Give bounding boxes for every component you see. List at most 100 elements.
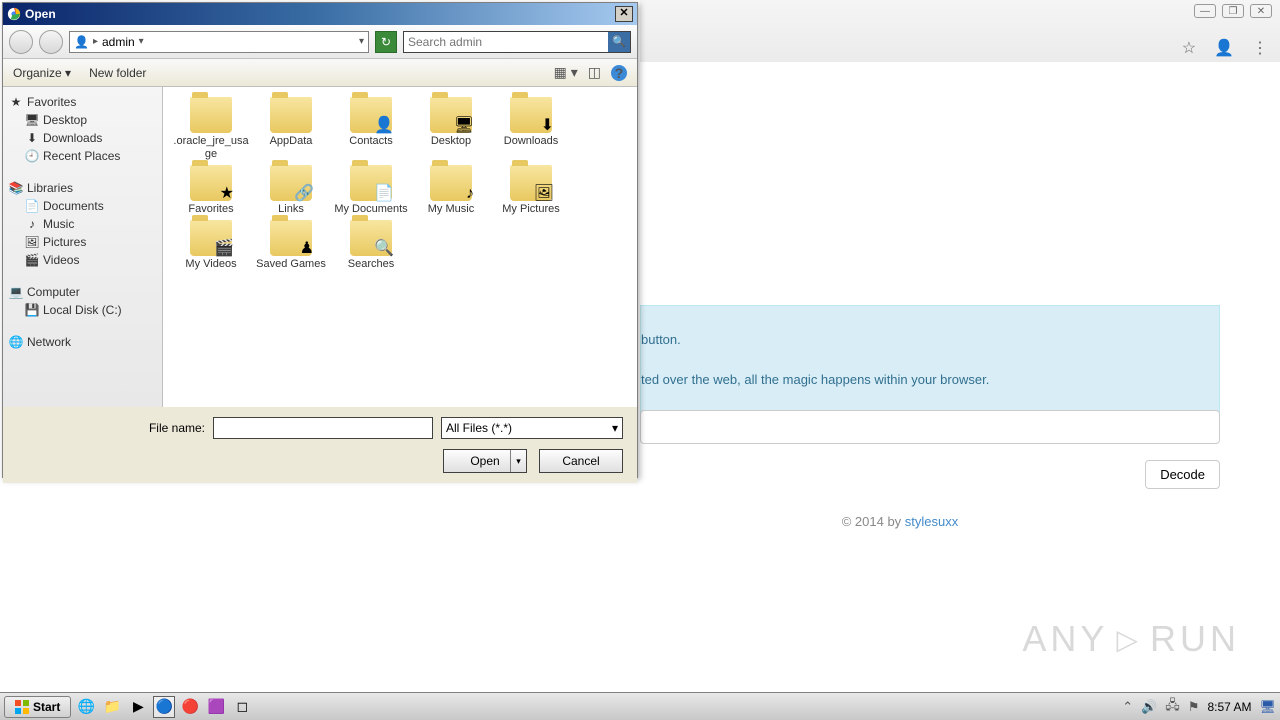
task-opera-icon[interactable]: 🔴 (179, 696, 201, 718)
sidebar-item-videos[interactable]: 🎬Videos (7, 251, 158, 269)
open-button[interactable]: Open ▾ (443, 449, 527, 473)
libraries-icon: 📚 (9, 181, 23, 195)
folder-overlay-icon: 👤 (374, 115, 394, 135)
tray-volume-icon[interactable]: 🔊 (1141, 699, 1157, 715)
file-item[interactable]: 📄 My Documents (333, 165, 409, 216)
view-mode-button[interactable]: ▦ ▾ (554, 64, 578, 81)
refresh-button[interactable]: ↻ (375, 31, 397, 53)
file-item[interactable]: ♪My Music (413, 165, 489, 216)
tray-flag-icon[interactable]: ⚑ (1188, 699, 1200, 715)
task-chrome-icon[interactable]: 🔵 (153, 696, 175, 718)
desktop-icon: 🖥 (25, 113, 39, 127)
sidebar-item-desktop[interactable]: 🖥Desktop (7, 111, 158, 129)
file-item[interactable]: 🖼My Pictures (493, 165, 569, 216)
bookmark-star-icon[interactable]: ☆ (1182, 38, 1196, 58)
breadcrumb[interactable]: 👤 ▸ admin ▾ ▾ (69, 31, 369, 53)
file-label: Links (253, 203, 329, 216)
sidebar-computer-header[interactable]: 💻Computer (7, 283, 158, 301)
file-item[interactable]: 👤Contacts (333, 97, 409, 161)
dialog-titlebar[interactable]: Open ✕ (3, 3, 637, 25)
sidebar-network-header[interactable]: 🌐Network (7, 333, 158, 351)
cancel-button[interactable]: Cancel (539, 449, 623, 473)
open-dialog: Open ✕ 👤 ▸ admin ▾ ▾ ↻ 🔍 Organize ▾ New … (2, 2, 638, 478)
folder-overlay-icon: ⬇ (541, 115, 554, 135)
file-item[interactable]: 🎬My Videos (173, 220, 249, 271)
file-label: My Videos (173, 258, 249, 271)
dialog-title: Open (25, 7, 56, 21)
profile-avatar-icon[interactable]: 👤 (1214, 38, 1234, 58)
open-split-icon[interactable]: ▾ (510, 450, 526, 472)
file-label: My Pictures (493, 203, 569, 216)
tray-network-icon[interactable]: 🖧 (1165, 696, 1180, 718)
search-go-button[interactable]: 🔍 (608, 32, 630, 52)
chevron-down-icon: ▾ (612, 421, 618, 435)
breadcrumb-folder[interactable]: admin (102, 35, 135, 49)
preview-pane-button[interactable]: ◫ (588, 64, 601, 81)
menu-dots-icon[interactable]: ⋮ (1252, 38, 1268, 58)
sidebar-item-music[interactable]: ♪Music (7, 215, 158, 233)
sidebar-item-pictures[interactable]: 🖼Pictures (7, 233, 158, 251)
search-input[interactable] (404, 35, 608, 49)
folder-icon: 🖼 (510, 165, 552, 201)
file-item[interactable]: 🔗Links (253, 165, 329, 216)
recent-icon: 🕘 (25, 149, 39, 163)
dialog-close-button[interactable]: ✕ (615, 6, 633, 22)
filename-input[interactable] (213, 417, 433, 439)
footer-prefix: © 2014 by (842, 514, 905, 529)
file-label: .oracle_jre_usage (173, 135, 249, 161)
taskbar: Start 🌐 📁 ▶ 🔵 🔴 🟪 ◻ ⌃ 🔊 🖧 ⚑ 8:57 AM 🖥 (0, 692, 1280, 720)
file-item[interactable]: .oracle_jre_usage (173, 97, 249, 161)
file-label: My Documents (333, 203, 409, 216)
task-media-icon[interactable]: ▶ (127, 696, 149, 718)
sidebar-favorites-header[interactable]: ★Favorites (7, 93, 158, 111)
file-label: AppData (253, 135, 329, 148)
task-window-icon[interactable]: ◻ (231, 696, 253, 718)
search-box[interactable]: 🔍 (403, 31, 631, 53)
maximize-button[interactable]: ❐ (1222, 4, 1244, 18)
network-icon: 🌐 (9, 335, 23, 349)
music-icon: ♪ (25, 217, 39, 231)
window-close-button[interactable]: ✕ (1250, 4, 1272, 18)
taskbar-clock[interactable]: 8:57 AM (1207, 700, 1251, 714)
forward-button[interactable] (39, 30, 63, 54)
tray-monitor-icon[interactable]: 🖥 (1259, 699, 1276, 715)
start-button[interactable]: Start (4, 696, 71, 718)
file-item[interactable]: AppData (253, 97, 329, 161)
disk-icon: 💾 (25, 303, 39, 317)
file-item[interactable]: ♟Saved Games (253, 220, 329, 271)
footer-text: © 2014 by stylesuxx (580, 514, 1220, 529)
decode-button[interactable]: Decode (1145, 460, 1220, 489)
sidebar-item-localdisk[interactable]: 💾Local Disk (C:) (7, 301, 158, 319)
sidebar-item-recent[interactable]: 🕘Recent Places (7, 147, 158, 165)
task-ie-icon[interactable]: 🌐 (75, 696, 97, 718)
folder-overlay-icon: 🔗 (294, 183, 314, 203)
breadcrumb-dropdown-icon[interactable]: ▾ (359, 36, 364, 47)
folder-icon (190, 97, 232, 133)
file-item[interactable]: ⬇Downloads (493, 97, 569, 161)
task-app-icon[interactable]: 🟪 (205, 696, 227, 718)
footer-link[interactable]: stylesuxx (905, 514, 958, 529)
info-box: button. ted over the web, all the magic … (640, 305, 1220, 415)
sidebar-libraries-header[interactable]: 📚Libraries (7, 179, 158, 197)
sidebar-item-documents[interactable]: 📄Documents (7, 197, 158, 215)
folder-icon: 📄 (350, 165, 392, 201)
file-filter-select[interactable]: All Files (*.*) ▾ (441, 417, 623, 439)
file-item[interactable]: ★Favorites (173, 165, 249, 216)
filter-text: All Files (*.*) (446, 421, 512, 435)
new-folder-button[interactable]: New folder (89, 66, 146, 80)
organize-menu[interactable]: Organize ▾ (13, 66, 71, 80)
folder-icon: 🔍 (350, 220, 392, 256)
sidebar-item-downloads[interactable]: ⬇Downloads (7, 129, 158, 147)
help-icon[interactable]: ? (611, 65, 627, 81)
minimize-button[interactable]: — (1194, 4, 1216, 18)
file-grid[interactable]: .oracle_jre_usage AppData 👤Contacts🖥Deskto… (163, 87, 637, 407)
task-explorer-icon[interactable]: 📁 (101, 696, 123, 718)
folder-overlay-icon: 🎬 (214, 238, 234, 258)
file-item[interactable]: 🔍Searches (333, 220, 409, 271)
folder-overlay-icon: 🖼 (534, 183, 554, 203)
file-item[interactable]: 🖥Desktop (413, 97, 489, 161)
back-button[interactable] (9, 30, 33, 54)
webpage-text-input[interactable] (640, 410, 1220, 444)
tray-expand-icon[interactable]: ⌃ (1122, 699, 1133, 715)
file-label: Favorites (173, 203, 249, 216)
